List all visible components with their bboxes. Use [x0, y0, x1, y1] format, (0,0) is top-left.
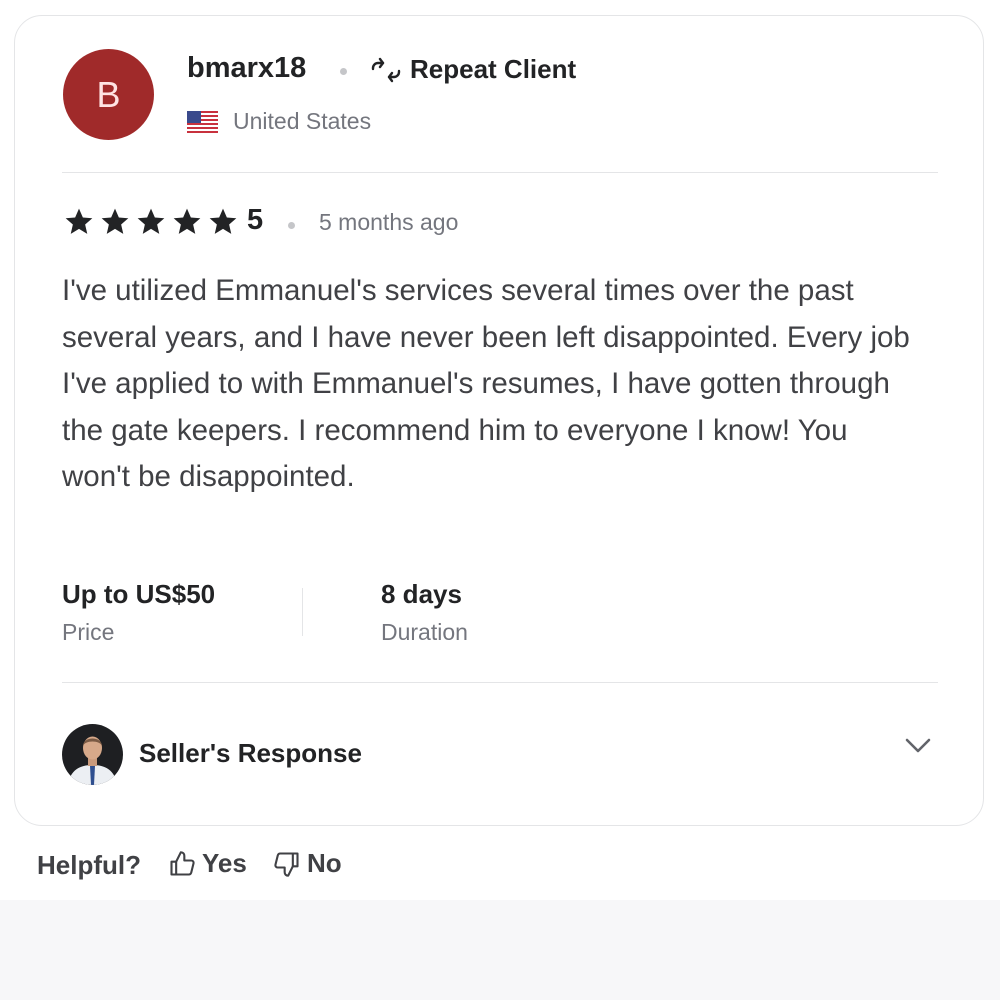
reviewer-country: United States: [233, 108, 372, 134]
rating-value: 5: [247, 204, 264, 236]
meta-divider: [62, 682, 938, 683]
review-card: B bmarx18 Repeat Client United States 5 …: [14, 15, 984, 826]
helpful-no-button[interactable]: No: [273, 848, 342, 879]
star-icon: [209, 208, 237, 234]
star-icon: [65, 208, 93, 234]
duration-label: Duration: [381, 619, 468, 645]
thumbs-up-icon: [170, 850, 195, 876]
star-icon: [173, 208, 201, 234]
review-text: I've utilized Emmanuel's services severa…: [62, 274, 910, 493]
meta-separator: [302, 588, 303, 636]
thumbs-down-icon: [274, 851, 299, 877]
chevron-down-icon[interactable]: [903, 734, 933, 756]
separator-dot: [288, 222, 295, 229]
helpful-question: Helpful?: [37, 850, 141, 880]
repeat-icon: [371, 57, 401, 82]
us-flag-icon: [187, 111, 218, 133]
review-time: 5 months ago: [319, 209, 459, 235]
star-icon: [101, 208, 129, 234]
helpful-yes-button[interactable]: Yes: [168, 848, 247, 879]
price-label: Price: [62, 619, 115, 645]
seller-avatar: [62, 724, 123, 785]
page-footer-band: [0, 900, 1000, 1000]
reviewer-username[interactable]: bmarx18: [187, 52, 306, 85]
avatar-letter: B: [96, 73, 121, 115]
price-value: Up to US$50: [62, 579, 216, 609]
seller-response-label[interactable]: Seller's Response: [139, 738, 362, 769]
seller-photo: [62, 724, 123, 785]
star-rating: [62, 206, 240, 238]
helpful-no-label: No: [307, 848, 342, 878]
header-divider: [62, 172, 938, 173]
reviewer-avatar[interactable]: B: [63, 49, 154, 140]
duration-value: 8 days: [381, 579, 462, 609]
star-icon: [137, 208, 165, 234]
repeat-client-label: Repeat Client: [410, 54, 577, 84]
separator-dot: [340, 68, 347, 75]
repeat-client-badge: Repeat Client: [370, 54, 576, 85]
helpful-yes-label: Yes: [202, 848, 247, 878]
